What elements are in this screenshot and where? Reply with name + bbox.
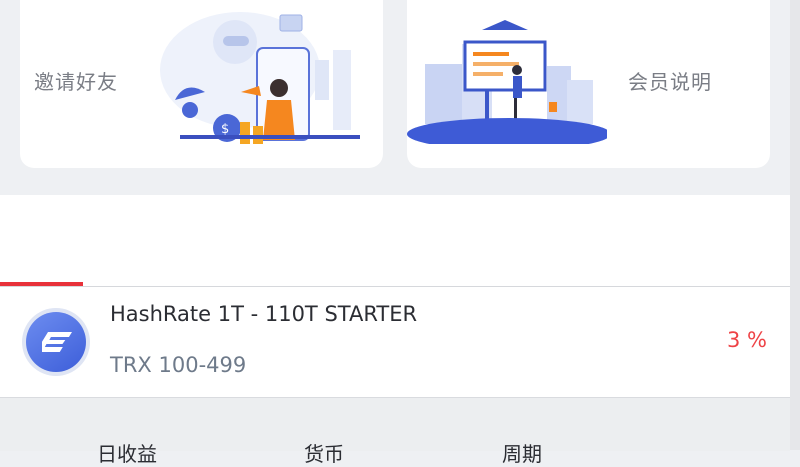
product-rate: 3 % [727, 328, 767, 352]
product-title: HashRate 1T - 110T STARTER [110, 302, 418, 326]
member-info-label: 会员说明 [628, 70, 712, 94]
invite-illustration: $ [160, 12, 360, 144]
detail-label-currency: 货币 [304, 442, 344, 466]
product-tab-bar [0, 195, 790, 287]
vertical-scrollbar[interactable] [790, 0, 800, 450]
svg-text:$: $ [221, 122, 229, 137]
invite-friends-label: 邀请好友 [34, 70, 118, 94]
detail-label-daily-earnings: 日收益 [97, 442, 157, 466]
active-tab-indicator [0, 282, 83, 286]
detail-label-cycle: 周期 [502, 442, 542, 466]
logo-glyph-icon [42, 332, 72, 352]
invite-friends-card[interactable]: 邀请好友 $ [20, 0, 383, 168]
e-coin-logo-icon [22, 308, 90, 376]
product-row[interactable]: HashRate 1T - 110T STARTER TRX 100-499 3… [0, 287, 790, 397]
member-info-card[interactable]: 会员说明 [407, 0, 770, 168]
product-range: TRX 100-499 [110, 353, 247, 377]
product-detail-section: 日收益 货币 周期 [0, 397, 790, 466]
member-illustration [407, 20, 607, 144]
